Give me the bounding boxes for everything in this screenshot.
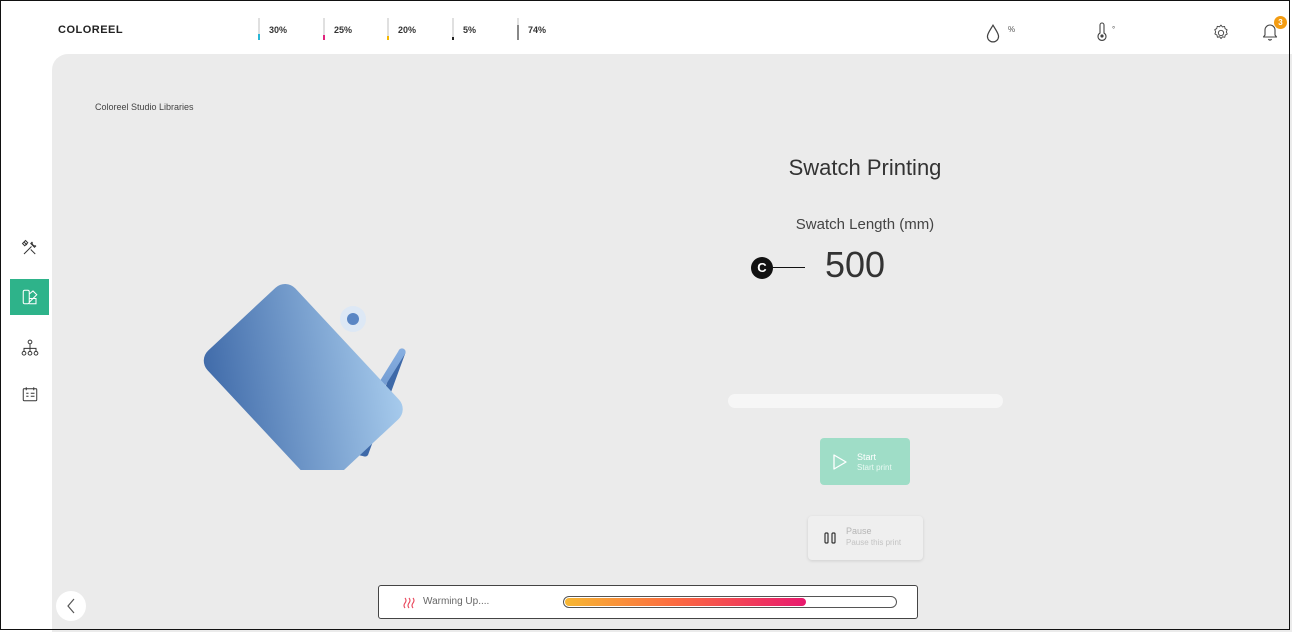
ink-level-value: 20% <box>398 25 417 35</box>
ink-level-value: 25% <box>334 25 353 35</box>
start-button-sublabel: Start print <box>857 463 892 472</box>
start-print-button[interactable]: Start Start print <box>820 438 910 485</box>
humidity-icon <box>986 24 1000 43</box>
swatch-icon <box>22 289 37 305</box>
sidebar-item-hierarchy[interactable] <box>10 330 49 366</box>
humidity-value: % <box>1008 25 1016 34</box>
warming-progress <box>563 596 897 608</box>
hierarchy-icon <box>21 339 38 356</box>
app-logo: COLOREEL <box>58 24 124 36</box>
sidebar-item-schedule[interactable] <box>10 376 49 412</box>
notification-badge: 3 <box>1274 16 1287 29</box>
pause-icon <box>824 532 836 544</box>
start-button-label: Start <box>857 452 877 462</box>
sidebar-item-swatch[interactable] <box>10 279 49 315</box>
play-icon <box>833 454 847 470</box>
tools-icon <box>21 239 36 255</box>
swatch-length-label: Swatch Length (mm) <box>795 216 935 233</box>
warming-label: Warming Up.... <box>423 596 490 607</box>
thermometer-icon <box>1097 22 1107 41</box>
heat-icon <box>403 597 415 609</box>
swatch-length-value[interactable]: 500 <box>780 244 930 286</box>
calendar-list-icon <box>22 387 37 402</box>
pause-button-sublabel: Pause this print <box>846 538 902 547</box>
pause-button-label: Pause <box>846 526 872 536</box>
ink-level-value: 5% <box>463 25 477 35</box>
back-button[interactable] <box>56 591 86 621</box>
callout-marker: C <box>751 257 773 279</box>
ink-level-value: 30% <box>269 25 288 35</box>
library-label: Coloreel Studio Libraries <box>95 102 194 112</box>
page-title: Swatch Printing <box>788 155 942 180</box>
top-bar: COLOREEL 30% 25% 20% 5% 74% % ° 3 <box>0 0 1292 54</box>
warming-status-bar: Warming Up.... <box>378 585 918 619</box>
temperature-value: ° <box>1112 25 1116 34</box>
pause-print-button[interactable]: Pause Pause this print <box>808 516 923 560</box>
print-progress-bar <box>728 394 1003 408</box>
sidebar-item-tools[interactable] <box>10 230 49 266</box>
gear-icon[interactable] <box>1211 23 1231 43</box>
swatch-illustration <box>203 283 406 470</box>
warming-progress-fill <box>565 598 806 606</box>
chevron-left-icon <box>67 598 75 614</box>
ink-level-value: 74% <box>528 25 547 35</box>
